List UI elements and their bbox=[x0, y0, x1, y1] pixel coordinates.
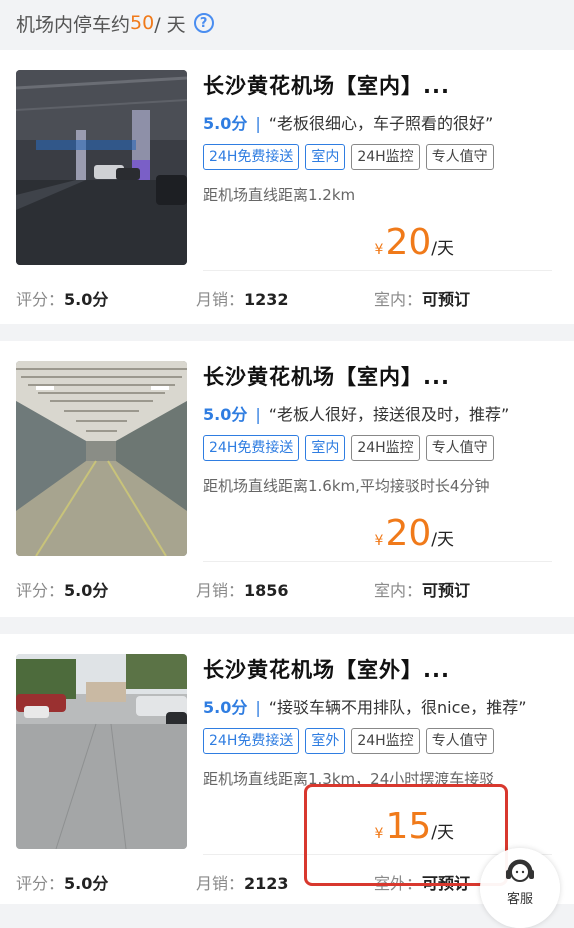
sales-stat: 月销：1856 bbox=[196, 581, 289, 600]
review-quote: “老板很细心，车子照看的很好” bbox=[268, 114, 494, 133]
lot-review: 5.0分 | “接驳车辆不用排队，很nice，推荐” bbox=[203, 694, 527, 718]
tag-attendant: 专人值守 bbox=[425, 435, 494, 461]
price-highlight-box bbox=[304, 784, 508, 886]
tag-free-shuttle: 24H免费接送 bbox=[203, 728, 300, 754]
tag-outdoor: 室外 bbox=[305, 728, 346, 754]
lot-photo bbox=[16, 361, 187, 556]
price-value: 20 bbox=[385, 222, 432, 263]
lot-stats: 评分：5.0分 月销：1856 室内：可预订 bbox=[16, 577, 556, 601]
tag-free-shuttle: 24H免费接送 bbox=[203, 435, 300, 461]
price-unit: /天 bbox=[431, 239, 454, 259]
lot-title[interactable]: 长沙黄花机场【室外】... bbox=[203, 654, 450, 684]
tag-indoor: 室内 bbox=[305, 435, 346, 461]
review-separator: | bbox=[255, 114, 261, 133]
lot-distance: 距机场直线距离1.6km,平均接驳时长4分钟 bbox=[203, 477, 490, 495]
tag-monitoring: 24H监控 bbox=[351, 144, 420, 170]
lot-photo bbox=[16, 70, 187, 265]
summary-unit: / 天 bbox=[154, 13, 186, 36]
help-icon[interactable]: ? bbox=[193, 13, 214, 33]
headset-icon bbox=[506, 859, 534, 882]
currency-symbol: ¥ bbox=[374, 242, 384, 258]
currency-symbol: ¥ bbox=[374, 533, 384, 549]
divider bbox=[203, 561, 552, 562]
sales-stat: 月销：1232 bbox=[196, 290, 289, 309]
lot-tags: 24H免费接送 室内 24H监控 专人值守 bbox=[203, 144, 494, 170]
review-quote: “老板人很好，接送很及时，推荐” bbox=[268, 405, 510, 424]
lot-price: ¥20/天 bbox=[375, 513, 454, 554]
lot-score: 5.0分 bbox=[203, 114, 248, 133]
tag-attendant: 专人值守 bbox=[425, 144, 494, 170]
rating-stat: 评分：5.0分 bbox=[16, 290, 109, 309]
tag-attendant: 专人值守 bbox=[425, 728, 494, 754]
lot-review: 5.0分 | “老板人很好，接送很及时，推荐” bbox=[203, 401, 509, 425]
customer-service-button[interactable]: 客服 bbox=[480, 848, 560, 928]
review-separator: | bbox=[255, 698, 261, 717]
lot-score: 5.0分 bbox=[203, 698, 248, 717]
summary-bar: 机场内停车约 50 / 天 ? bbox=[0, 0, 574, 46]
rating-stat: 评分：5.0分 bbox=[16, 874, 109, 893]
price-value: 20 bbox=[385, 513, 432, 554]
divider bbox=[203, 270, 552, 271]
summary-text: 机场内停车约 bbox=[16, 13, 131, 36]
lot-photo bbox=[16, 654, 187, 849]
lot-title[interactable]: 长沙黄花机场【室内】... bbox=[203, 70, 450, 100]
availability-stat: 室内：可预订 bbox=[374, 290, 471, 309]
review-quote: “接驳车辆不用排队，很nice，推荐” bbox=[268, 698, 527, 717]
tag-indoor: 室内 bbox=[305, 144, 346, 170]
tag-monitoring: 24H监控 bbox=[351, 435, 420, 461]
review-separator: | bbox=[255, 405, 261, 424]
service-label: 客服 bbox=[506, 892, 533, 907]
price-unit: /天 bbox=[431, 530, 454, 550]
parking-lot-card[interactable]: 长沙黄花机场【室内】... 5.0分 | “老板很细心，车子照看的很好” 24H免费… bbox=[0, 50, 574, 324]
lot-tags: 24H免费接送 室内 24H监控 专人值守 bbox=[203, 435, 494, 461]
lot-stats: 评分：5.0分 月销：1232 室内：可预订 bbox=[16, 286, 556, 310]
lot-score: 5.0分 bbox=[203, 405, 248, 424]
lot-count: 50 bbox=[130, 12, 155, 34]
parking-lot-card[interactable]: 长沙黄花机场【室内】... 5.0分 | “老板人很好，接送很及时，推荐” 24H免… bbox=[0, 341, 574, 617]
tag-free-shuttle: 24H免费接送 bbox=[203, 144, 300, 170]
availability-stat: 室内：可预订 bbox=[374, 581, 471, 600]
rating-stat: 评分：5.0分 bbox=[16, 581, 109, 600]
lot-title[interactable]: 长沙黄花机场【室内】... bbox=[203, 361, 450, 391]
tag-monitoring: 24H监控 bbox=[351, 728, 420, 754]
lot-distance: 距机场直线距离1.2km bbox=[203, 186, 356, 204]
lot-tags: 24H免费接送 室外 24H监控 专人值守 bbox=[203, 728, 494, 754]
lot-review: 5.0分 | “老板很细心，车子照看的很好” bbox=[203, 110, 493, 134]
lot-price: ¥20/天 bbox=[375, 222, 454, 263]
